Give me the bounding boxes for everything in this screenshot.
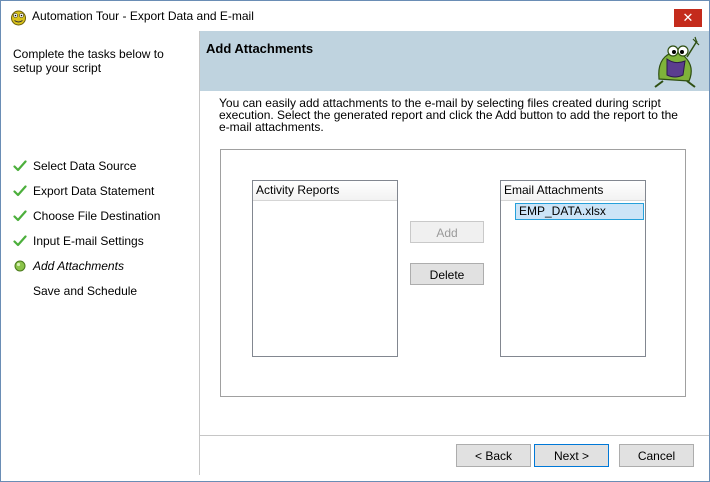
- step-label: Add Attachments: [33, 259, 124, 273]
- checkmark-icon: [13, 160, 27, 172]
- step-label: Export Data Statement: [33, 184, 155, 198]
- delete-button[interactable]: Delete: [410, 263, 484, 285]
- page-description: You can easily add attachments to the e-…: [219, 96, 678, 134]
- step-choose-file-destination: Choose File Destination: [13, 208, 160, 233]
- attachment-item[interactable]: EMP_DATA.xlsx: [515, 203, 644, 220]
- frog-app-icon: [11, 10, 26, 26]
- list-header: Email Attachments: [501, 181, 645, 201]
- checkmark-icon: [13, 235, 27, 247]
- close-icon: ✕: [682, 10, 694, 25]
- checkmark-icon: [13, 185, 27, 197]
- button-label: < Back: [474, 449, 513, 463]
- step-label: Choose File Destination: [33, 209, 161, 223]
- step-label: Save and Schedule: [33, 284, 138, 298]
- step-input-email-settings: Input E-mail Settings: [13, 233, 160, 258]
- button-label: Add: [436, 226, 458, 240]
- button-label: Delete: [429, 268, 465, 282]
- attachment-label: EMP_DATA.xlsx: [519, 204, 606, 218]
- add-button[interactable]: Add: [410, 221, 484, 243]
- sidebar-intro: Complete the tasks below to setup your s…: [13, 47, 164, 75]
- page-header: Add Attachments: [200, 31, 709, 91]
- checkmark-icon: [13, 210, 27, 222]
- email-attachments-list[interactable]: Email Attachments EMP_DATA.xlsx: [500, 180, 646, 357]
- close-button[interactable]: ✕: [674, 9, 702, 27]
- step-label: Input E-mail Settings: [33, 234, 144, 248]
- sidebar: Complete the tasks below to setup your s…: [1, 31, 200, 475]
- wizard-window: Automation Tour - Export Data and E-mail…: [0, 0, 710, 482]
- button-label: Next >: [553, 449, 589, 463]
- button-label: Cancel: [637, 449, 676, 463]
- step-select-data-source: Select Data Source: [13, 158, 160, 183]
- page-title: Add Attachments: [206, 41, 314, 56]
- footer-divider: [200, 435, 709, 436]
- step-export-data-statement: Export Data Statement: [13, 183, 160, 208]
- attachments-panel: Activity Reports Add Delete Email Attach…: [220, 149, 686, 397]
- step-add-attachments: Add Attachments: [13, 258, 160, 283]
- next-button[interactable]: Next >: [534, 444, 609, 467]
- back-button[interactable]: < Back: [456, 444, 531, 467]
- activity-reports-list[interactable]: Activity Reports: [252, 180, 398, 357]
- window-title: Automation Tour - Export Data and E-mail: [32, 9, 254, 23]
- cancel-button[interactable]: Cancel: [619, 444, 694, 467]
- step-list: Select Data Source Export Data Statement…: [13, 158, 160, 308]
- step-label: Select Data Source: [33, 159, 137, 173]
- frog-mascot-icon: [654, 36, 700, 88]
- step-save-and-schedule: Save and Schedule: [13, 283, 160, 308]
- title-bar: Automation Tour - Export Data and E-mail…: [1, 1, 709, 31]
- green-dot-icon: [14, 260, 26, 272]
- list-header: Activity Reports: [253, 181, 397, 201]
